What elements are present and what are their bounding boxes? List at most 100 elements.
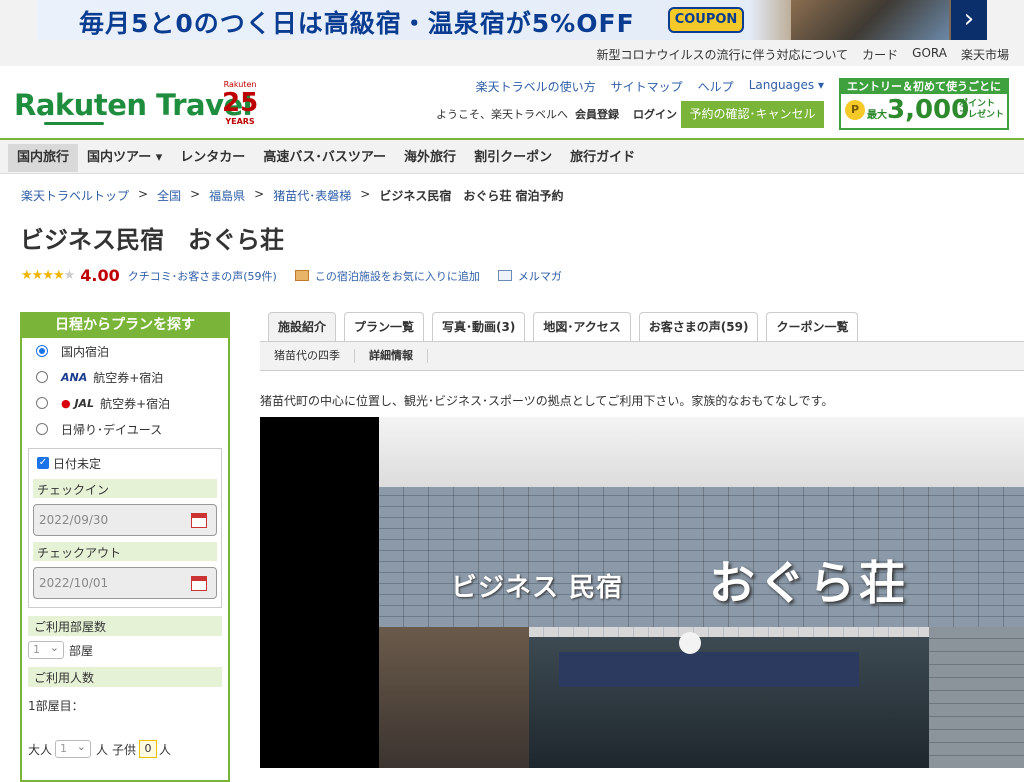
rating-row: ★★★★★ 4.00 クチコミ･お客さまの声(59件) この宿泊施設をお気に入り… bbox=[21, 266, 562, 285]
promo-banner[interactable]: 毎月5と0のつく日は高級宿・温泉宿が5%OFF COUPON › bbox=[37, 0, 987, 40]
option-domestic-stay[interactable]: 国内宿泊 bbox=[22, 338, 228, 364]
people-label: ご利用人数 bbox=[28, 667, 222, 687]
entry-amount: 最大3,000 bbox=[867, 95, 969, 131]
nav-overseas[interactable]: 海外旅行 bbox=[395, 144, 465, 172]
child-unit: 人 bbox=[159, 742, 172, 757]
subtab-seasons[interactable]: 猪苗代の四季 bbox=[260, 349, 355, 363]
banner-text: 毎月5と0のつく日は高級宿・温泉宿が5%OFF bbox=[79, 9, 635, 38]
link-sitemap[interactable]: サイトマップ bbox=[611, 78, 683, 95]
radio-icon[interactable] bbox=[36, 423, 48, 435]
rating-score: 4.00 bbox=[80, 266, 120, 285]
option-day-use[interactable]: 日帰り･デイユース bbox=[22, 416, 228, 442]
util-link-covid[interactable]: 新型コロナウイルスの流行に伴う対応について bbox=[597, 46, 849, 63]
tab-facility-intro[interactable]: 施設紹介 bbox=[268, 312, 337, 341]
plan-search-panel: 日程からプランを探す 国内宿泊 ANA 航空券+宿泊 ● JAL 航空券+宿泊 … bbox=[20, 312, 230, 782]
point-coin-icon: P bbox=[845, 100, 865, 120]
register-link[interactable]: 会員登録 bbox=[575, 106, 619, 122]
breadcrumb-all[interactable]: 全国 bbox=[157, 187, 181, 204]
breadcrumb-top[interactable]: 楽天トラベルトップ bbox=[21, 187, 129, 204]
calendar-icon[interactable] bbox=[191, 513, 207, 528]
util-link-card[interactable]: カード bbox=[862, 46, 898, 63]
photo-sign-small: ビジネス 民宿 bbox=[451, 573, 624, 603]
tab-coupons[interactable]: クーポン一覧 bbox=[766, 312, 859, 341]
nav-domestic-tour[interactable]: 国内ツアー ▾ bbox=[78, 144, 171, 172]
breadcrumb-prefecture[interactable]: 福島県 bbox=[209, 187, 245, 204]
rakuten-travel-logo[interactable]: Rakuten Travel bbox=[14, 88, 253, 122]
breadcrumb-sep: > bbox=[254, 187, 265, 201]
stars-filled: ★★★★ bbox=[21, 268, 65, 283]
adult-select[interactable]: 1 bbox=[55, 739, 92, 758]
option-label: 航空券+宿泊 bbox=[93, 370, 164, 385]
checkbox-checked-icon[interactable]: ✓ bbox=[37, 457, 49, 469]
rooms-row: 1 部屋 bbox=[22, 640, 228, 659]
checkin-label: チェックイン bbox=[33, 479, 217, 498]
calendar-icon[interactable] bbox=[191, 576, 207, 591]
welcome-text: ようこそ、楽天トラベルへ bbox=[436, 108, 568, 121]
nav-coupon[interactable]: 割引クーポン bbox=[465, 144, 561, 172]
anniversary-badge: Rakuten 25 YEARS bbox=[222, 80, 258, 130]
photo-right-wall bbox=[929, 627, 1024, 768]
header-links: 楽天トラベルの使い方 サイトマップ ヘルプ Languages ▾ bbox=[461, 78, 824, 95]
mail-icon bbox=[497, 270, 512, 281]
entry-prefix: 最大 bbox=[867, 110, 887, 121]
child-label: 子供 bbox=[112, 742, 137, 757]
photo-image: ビジネス 民宿 おぐら荘 bbox=[379, 417, 1024, 768]
people-row: 大人 1 人 子供 0 人 bbox=[22, 739, 228, 758]
radio-icon[interactable] bbox=[36, 371, 48, 383]
nav-rental-car[interactable]: レンタカー bbox=[171, 144, 254, 172]
languages-dropdown[interactable]: Languages ▾ bbox=[749, 78, 824, 95]
login-link[interactable]: ログイン bbox=[633, 106, 677, 122]
add-favorite-link[interactable]: この宿泊施設をお気に入りに追加 bbox=[315, 268, 480, 284]
nav-highway-bus[interactable]: 高速バス･バスツアー bbox=[254, 144, 395, 172]
main-nav: 国内旅行 国内ツアー ▾ レンタカー 高速バス･バスツアー 海外旅行 割引クーポ… bbox=[0, 140, 1024, 174]
breadcrumb: 楽天トラベルトップ > 全国 > 福島県 > 猪苗代･表磐梯 > ビジネス民宿 おぐら荘… bbox=[21, 187, 564, 204]
util-link-ichiba[interactable]: 楽天市場 bbox=[961, 46, 1009, 63]
date-undecided-label: 日付未定 bbox=[53, 456, 102, 471]
radio-selected-icon[interactable] bbox=[36, 345, 48, 357]
banner-next-arrow-icon[interactable]: › bbox=[951, 0, 987, 40]
breadcrumb-area[interactable]: 猪苗代･表磐梯 bbox=[273, 187, 351, 204]
favorite-icon bbox=[294, 270, 309, 281]
reviews-link[interactable]: クチコミ･お客さまの声(59件) bbox=[128, 268, 277, 284]
facility-description: 猪苗代町の中心に位置し、観光･ビジネス･スポーツの拠点としてご利用下さい。家族的… bbox=[260, 394, 834, 408]
subtab-details[interactable]: 詳細情報 bbox=[355, 349, 428, 363]
util-link-gora[interactable]: GORA bbox=[912, 46, 947, 63]
utility-bar: 新型コロナウイルスの流行に伴う対応について カード GORA 楽天市場 bbox=[0, 40, 1024, 66]
tab-reviews[interactable]: お客さまの声(59) bbox=[638, 312, 759, 341]
facility-photo[interactable]: ビジネス 民宿 おぐら荘 bbox=[260, 417, 1024, 768]
checkin-date-input[interactable]: 2022/09/30 bbox=[33, 504, 217, 536]
checkout-label: チェックアウト bbox=[33, 542, 217, 561]
checkout-date-input[interactable]: 2022/10/01 bbox=[33, 567, 217, 599]
nav-domestic-travel[interactable]: 国内旅行 bbox=[8, 144, 79, 172]
jal-logo-text: JAL bbox=[74, 396, 95, 410]
entry-campaign-banner[interactable]: エントリー＆初めて使うごとに P 最大3,000 ポイント プレゼント bbox=[839, 78, 1009, 130]
sub-tabs: 猪苗代の四季 詳細情報 bbox=[260, 341, 1024, 371]
option-jal-package[interactable]: ● JAL 航空券+宿泊 bbox=[22, 390, 228, 416]
photo-sky bbox=[379, 417, 1024, 487]
child-count[interactable]: 0 bbox=[139, 740, 158, 758]
rooms-select[interactable]: 1 bbox=[28, 640, 64, 659]
checkin-date-value: 2022/09/30 bbox=[39, 513, 109, 527]
badge-years: YEARS bbox=[225, 117, 255, 126]
option-ana-package[interactable]: ANA 航空券+宿泊 bbox=[22, 364, 228, 390]
photo-sign-large: おぐら荘 bbox=[709, 556, 909, 610]
checkout-date-value: 2022/10/01 bbox=[39, 576, 109, 590]
breadcrumb-sep: > bbox=[360, 187, 371, 201]
mail-magazine-link[interactable]: メルマガ bbox=[518, 268, 562, 284]
tab-photos[interactable]: 写真･動画(3) bbox=[432, 312, 526, 341]
date-box: ✓ 日付未定 チェックイン 2022/09/30 チェックアウト 2022/10… bbox=[28, 448, 222, 608]
reservation-check-button[interactable]: 予約の確認･キャンセル bbox=[681, 101, 824, 128]
tab-plans[interactable]: プラン一覧 bbox=[344, 312, 425, 341]
stars-empty: ★ bbox=[63, 268, 76, 283]
promo-banner-area: 毎月5と0のつく日は高級宿・温泉宿が5%OFF COUPON › bbox=[0, 0, 1024, 40]
site-header: Rakuten Travel Rakuten 25 YEARS 楽天トラベルの使… bbox=[0, 66, 1024, 140]
radio-icon[interactable] bbox=[36, 397, 48, 409]
photo-lamp bbox=[679, 632, 701, 654]
date-undecided-checkbox[interactable]: ✓ 日付未定 bbox=[33, 453, 217, 473]
star-rating-icon: ★★★★★ bbox=[21, 268, 76, 283]
link-how-to-use[interactable]: 楽天トラベルの使い方 bbox=[476, 78, 596, 95]
nav-travel-guide[interactable]: 旅行ガイド bbox=[561, 144, 644, 172]
tab-map[interactable]: 地図･アクセス bbox=[533, 312, 631, 341]
link-help[interactable]: ヘルプ bbox=[698, 78, 734, 95]
entry-amount-value: 3,000 bbox=[887, 95, 970, 125]
